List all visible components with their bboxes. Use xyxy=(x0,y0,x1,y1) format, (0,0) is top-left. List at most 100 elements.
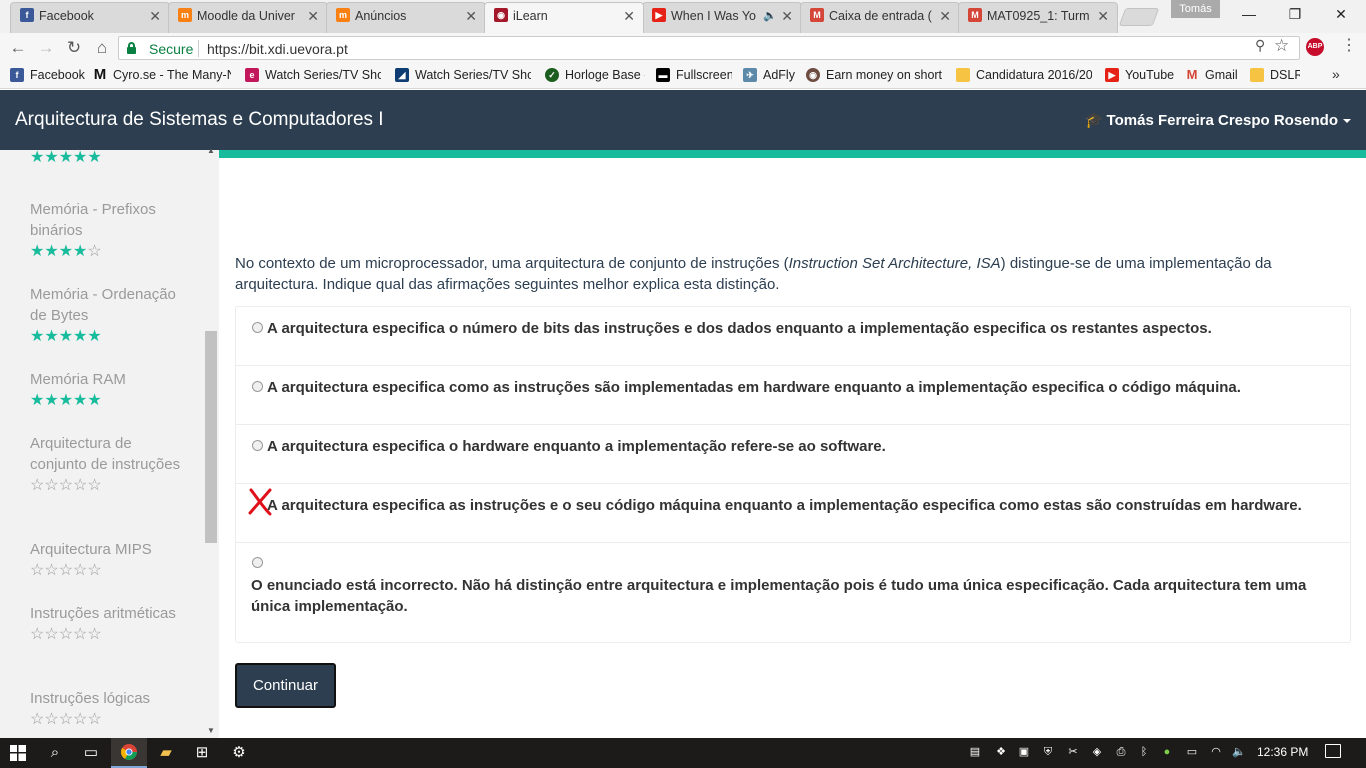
moodle-icon: m xyxy=(336,8,350,22)
lesson-item[interactable]: Arquitectura de conjunto de instruções ☆… xyxy=(30,433,190,495)
tab-title: When I Was Yo xyxy=(671,9,756,23)
radio-button[interactable] xyxy=(252,322,263,333)
minimize-icon[interactable]: — xyxy=(1226,0,1272,28)
browser-tab[interactable]: M MAT0925_1: Turm ✕ xyxy=(958,2,1118,33)
browser-tab[interactable]: M Caixa de entrada ( ✕ xyxy=(800,2,960,33)
scroll-down-icon[interactable]: ▼ xyxy=(207,726,215,735)
tray-tools-icon[interactable]: ✂ xyxy=(1066,745,1080,759)
volume-icon[interactable]: 🔈 xyxy=(1232,745,1246,759)
close-window-icon[interactable]: ✕ xyxy=(1318,0,1364,28)
tab-close-icon[interactable]: ✕ xyxy=(465,3,477,29)
bookmark-item[interactable]: ▶ YouTube xyxy=(1105,67,1175,85)
answer-option[interactable]: A arquitectura especifica como as instru… xyxy=(236,366,1350,425)
adblock-icon[interactable]: ABP xyxy=(1306,38,1324,56)
more-bookmarks-icon[interactable]: » xyxy=(1332,66,1340,82)
bookmark-label: DSLR xyxy=(1270,68,1300,82)
tab-close-icon[interactable]: ✕ xyxy=(307,3,319,29)
radio-button[interactable] xyxy=(252,557,263,568)
lesson-item[interactable]: Memória - Ordenação de Bytes ★★★★★ xyxy=(30,284,190,346)
bookmark-item[interactable]: ◉ Earn money on short l xyxy=(806,67,942,85)
tab-close-icon[interactable]: ✕ xyxy=(939,3,951,29)
lesson-item[interactable]: Instruções aritméticas ☆☆☆☆☆ xyxy=(30,603,190,644)
windows-start-icon[interactable] xyxy=(0,738,36,768)
forward-arrow-icon[interactable]: → xyxy=(34,36,58,60)
app-taskbar-icon[interactable]: ⚙ xyxy=(221,738,257,768)
youtube-icon: ▶ xyxy=(652,8,666,22)
browser-tab[interactable]: m Anúncios ✕ xyxy=(326,2,486,33)
bookmark-label: Gmail xyxy=(1205,68,1238,82)
bookmark-label: YouTube xyxy=(1125,68,1175,82)
bookmark-item[interactable]: DSLR xyxy=(1250,67,1300,85)
answer-option[interactable]: A arquitectura especifica o hardware enq… xyxy=(236,425,1350,484)
home-icon[interactable]: ⌂ xyxy=(90,36,114,60)
tray-green-icon[interactable]: ● xyxy=(1160,745,1174,759)
tray-shield-icon[interactable]: ⛨ xyxy=(1041,745,1055,759)
secure-label: Secure xyxy=(149,41,194,57)
lesson-item[interactable]: Instruções lógicas ☆☆☆☆☆ xyxy=(30,688,190,729)
lesson-item[interactable]: Memória RAM ★★★★★ xyxy=(30,369,190,410)
bookmark-item[interactable]: Candidatura 2016/20 xyxy=(956,67,1092,85)
continue-button[interactable]: Continuar xyxy=(235,663,336,708)
star-empty-icon: ☆ xyxy=(58,711,74,728)
answer-option-wrong[interactable]: A arquitectura especifica as instruções … xyxy=(236,484,1350,543)
lesson-rating: ☆☆☆☆☆ xyxy=(30,477,190,495)
bookmark-item[interactable]: M Gmail xyxy=(1185,67,1241,85)
chrome-menu-icon[interactable]: ⋮ xyxy=(1341,36,1357,56)
tab-close-icon[interactable]: ✕ xyxy=(623,3,635,29)
lesson-item[interactable]: Arquitectura MIPS ☆☆☆☆☆ xyxy=(30,539,190,580)
bookmark-item[interactable]: M Cyro.se - The Many-N xyxy=(93,67,231,85)
tab-close-icon[interactable]: ✕ xyxy=(1097,3,1109,29)
browser-tab[interactable]: ▶ When I Was Yo 🔈 ✕ xyxy=(642,2,802,33)
bookmark-item[interactable]: ✈ AdFly xyxy=(743,67,799,85)
bookmark-item[interactable]: e Watch Series/TV Shov xyxy=(245,67,381,85)
battery-icon[interactable]: ▭ xyxy=(1185,745,1199,759)
lesson-item[interactable]: Memória - Prefixos binários ★★★★☆ xyxy=(30,199,190,261)
star-empty-icon: ☆ xyxy=(87,711,102,728)
lesson-item[interactable]: ★★★★★ xyxy=(30,150,190,167)
new-tab-button[interactable] xyxy=(1118,8,1160,26)
tab-close-icon[interactable]: ✕ xyxy=(149,3,161,29)
action-center-icon[interactable] xyxy=(1325,744,1341,758)
file-explorer-icon[interactable]: ▰ xyxy=(148,738,184,768)
star-filled-icon: ★ xyxy=(30,328,45,345)
lesson-title: Arquitectura de conjunto de instruções xyxy=(30,435,181,473)
tray-dropbox-icon[interactable]: ❖ xyxy=(994,745,1008,759)
tray-network-drive-icon[interactable]: ▤ xyxy=(968,745,982,759)
back-arrow-icon[interactable]: ← xyxy=(6,36,30,60)
tray-printer-icon[interactable]: ⎙ xyxy=(1114,745,1128,759)
speaker-icon[interactable]: 🔈 xyxy=(763,3,777,29)
wifi-icon[interactable]: ◠ xyxy=(1209,745,1223,759)
bluetooth-icon[interactable]: ᛒ xyxy=(1137,745,1151,759)
tab-close-icon[interactable]: ✕ xyxy=(781,3,793,29)
store-icon[interactable]: ⊞ xyxy=(184,738,220,768)
radio-button[interactable] xyxy=(252,381,263,392)
tray-nvidia-icon[interactable]: ◈ xyxy=(1090,745,1104,759)
key-icon[interactable]: ⚲ xyxy=(1255,37,1265,54)
address-bar[interactable]: Secure https://bit.xdi.uevora.pt xyxy=(118,36,1300,60)
search-icon[interactable]: ⌕ xyxy=(37,738,73,768)
browser-tab-active[interactable]: ◉ iLearn ✕ xyxy=(484,2,644,33)
sidebar-scrollbar-thumb[interactable] xyxy=(205,331,217,543)
course-title[interactable]: Arquitectura de Sistemas e Computadores … xyxy=(15,109,384,131)
radio-button[interactable] xyxy=(252,440,263,451)
task-view-icon[interactable]: ▭ xyxy=(73,738,109,768)
answer-option[interactable]: O enunciado está incorrecto. Não há dist… xyxy=(236,543,1350,643)
answer-option[interactable]: A arquitectura especifica o número de bi… xyxy=(236,307,1350,366)
chrome-taskbar-icon[interactable] xyxy=(111,738,147,768)
bookmark-item[interactable]: ▬ Fullscreen xyxy=(656,67,732,85)
tray-app-icon[interactable]: ▣ xyxy=(1017,745,1031,759)
reload-icon[interactable]: ↻ xyxy=(62,36,86,60)
star-filled-icon: ★ xyxy=(87,150,102,166)
user-menu[interactable]: 🎓 Tomás Ferreira Crespo Rosendo xyxy=(1085,111,1351,129)
profile-badge[interactable]: Tomás xyxy=(1171,0,1220,18)
browser-tab[interactable]: f Facebook ✕ xyxy=(10,2,170,33)
browser-tab[interactable]: m Moodle da Univer ✕ xyxy=(168,2,328,33)
taskbar-clock[interactable]: 12:36 PM xyxy=(1257,745,1308,759)
bookmark-item[interactable]: f Facebook xyxy=(10,67,86,85)
bookmark-item[interactable]: ◢ Watch Series/TV Shov xyxy=(395,67,531,85)
restore-icon[interactable]: ❐ xyxy=(1272,0,1318,28)
bookmark-item[interactable]: ✓ Horloge Base - xyxy=(545,67,645,85)
scroll-up-icon[interactable]: ▲ xyxy=(207,146,215,155)
bookmark-star-icon[interactable]: ☆ xyxy=(1274,36,1289,56)
url-text[interactable]: https://bit.xdi.uevora.pt xyxy=(207,41,348,57)
